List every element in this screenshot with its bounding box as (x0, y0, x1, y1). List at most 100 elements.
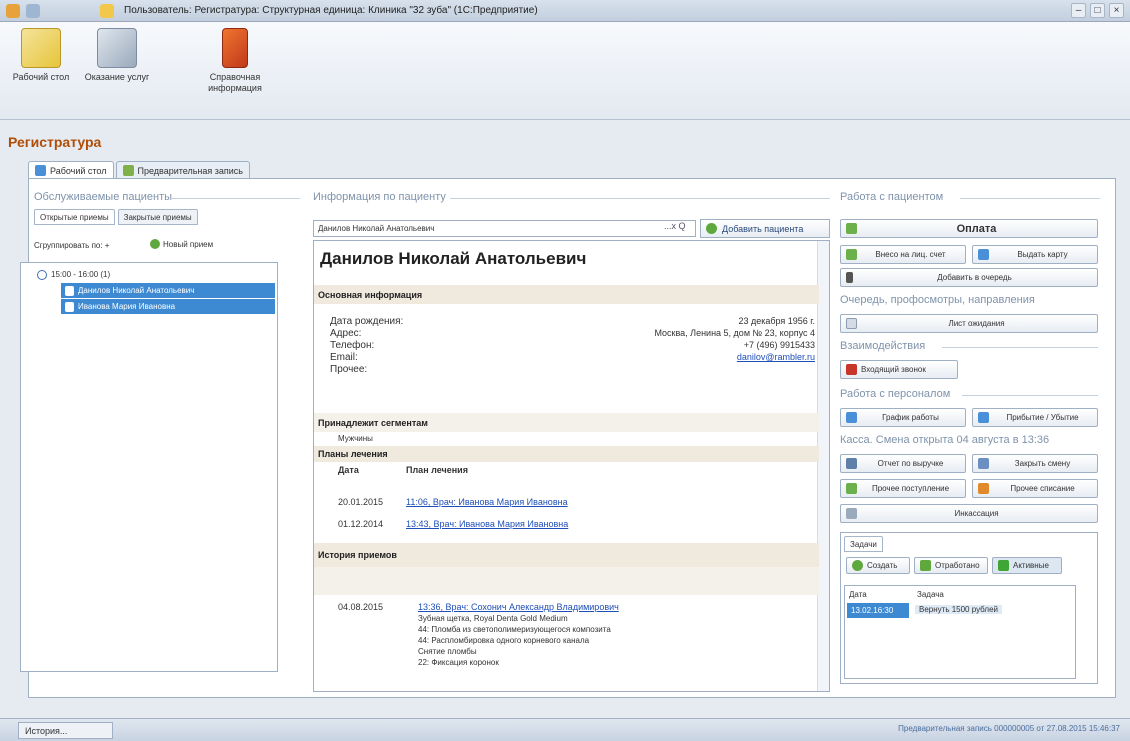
plan-date: 01.12.2014 (338, 519, 384, 529)
patients-tree: 15:00 - 16:00 (1) Данилов Николай Анатол… (20, 262, 278, 672)
doctor-icon (97, 28, 137, 68)
app-logo-icon[interactable] (6, 3, 20, 18)
clock-icon (37, 269, 47, 280)
segments-header: Принадлежит сегментам (314, 413, 819, 432)
favorite-icon[interactable] (100, 3, 114, 18)
person-icon (65, 301, 74, 312)
arrival-button[interactable]: Прибытие / Убытие (972, 408, 1098, 427)
plan-date: 20.01.2015 (338, 497, 384, 507)
task-text[interactable]: Вернуть 1500 рублей (915, 605, 1002, 614)
report-icon (846, 458, 857, 469)
maximize-button[interactable]: □ (1090, 3, 1105, 18)
queue-group-title: Очередь, профосмотры, направления (840, 294, 1035, 306)
plan-link[interactable]: 11:06, Врач: Иванова Мария Ивановна (406, 497, 568, 507)
history-header: История приемов (314, 543, 819, 567)
section-services[interactable]: Оказание услуг (82, 28, 152, 83)
worked-filter-button[interactable]: Отработано (914, 557, 988, 574)
plan-link[interactable]: 13:43, Врач: Иванова Мария Ивановна (406, 519, 568, 529)
history-line: 44: Пломба из светополимеризующегося ком… (418, 625, 611, 634)
divider (942, 347, 1098, 348)
person-icon (65, 285, 74, 296)
tasks-grid: Дата Задача 13.02.16:30 Вернуть 1500 руб… (844, 585, 1076, 679)
segment-value: Мужчины (338, 434, 373, 443)
history-button[interactable]: История... (18, 722, 113, 739)
status-bar: История... Предварительная запись 000000… (0, 718, 1130, 741)
issue-card-button[interactable]: Выдать карту (972, 245, 1098, 264)
collection-button[interactable]: Инкассация (840, 504, 1098, 523)
card-icon (978, 249, 989, 260)
plans-col-plan: План лечения (406, 465, 468, 475)
main-info-header: Основная информация (314, 285, 819, 304)
add-to-queue-button[interactable]: Добавить в очередь (840, 268, 1098, 287)
patient-name: Данилов Николай Анатольевич (320, 249, 587, 268)
patient-search-input[interactable]: Данилов Николай Анатольевич (313, 220, 696, 237)
patient-work-group-title: Работа с пациентом (840, 191, 944, 203)
coins-icon (846, 249, 857, 260)
coins-icon (846, 223, 857, 234)
phone-value: +7 (496) 9915433 (743, 340, 815, 350)
calendar-icon (122, 165, 134, 176)
section-reference[interactable]: Справочная информация (200, 28, 270, 94)
time-slot-row[interactable]: 15:00 - 16:00 (1) (25, 267, 275, 282)
patient-row[interactable]: Иванова Мария Ивановна (61, 299, 275, 314)
schedule-icon (846, 412, 857, 423)
revenue-report-button[interactable]: Отчет по выручке (840, 454, 966, 473)
cash-group-title: Касса. Смена открыта 04 августа в 13:36 (840, 434, 1050, 446)
notepad-icon (21, 28, 61, 68)
tasks-tabs: Задачи (844, 536, 883, 552)
history-link[interactable]: 13:36, Врач: Сохонич Александр Владимиро… (418, 602, 619, 612)
tab-desktop[interactable]: Рабочий стол (28, 161, 114, 179)
expense-icon (978, 483, 989, 494)
history-date: 04.08.2015 (338, 602, 384, 612)
email-link[interactable]: danilov@rambler.ru (737, 352, 815, 362)
incoming-call-button[interactable]: Входящий звонок (840, 360, 958, 379)
list-icon (846, 318, 857, 329)
phone-icon (846, 364, 857, 375)
other-expense-button[interactable]: Прочее списание (972, 479, 1098, 498)
create-task-button[interactable]: Создать (846, 557, 910, 574)
history-line: Зубная щетка, Royal Denta Gold Medium (418, 614, 568, 623)
active-filter-button[interactable]: Активные (992, 557, 1062, 574)
history-line: 22: Фиксация коронок (418, 658, 499, 667)
search-buttons[interactable]: ...x Q (664, 221, 686, 231)
main-tabs: Рабочий стол Предварительная запись (28, 161, 250, 179)
add-patient-button[interactable]: Добавить пациента (700, 219, 830, 238)
desktop-icon (35, 165, 46, 176)
history-spacer (314, 567, 819, 595)
scrollbar[interactable] (817, 241, 829, 691)
status-message[interactable]: Предварительная запись 000000005 от 27.0… (898, 724, 1120, 733)
plans-header: Планы лечения (314, 446, 819, 462)
group-by-label[interactable]: Сгруппировать по: + (34, 241, 109, 250)
queue-icon (846, 272, 853, 283)
field-label: Адрес: (330, 328, 362, 339)
task-row[interactable]: 13.02.16:30 (847, 603, 909, 618)
close-shift-button[interactable]: Закрыть смену (972, 454, 1098, 473)
field-label: Дата рождения: (330, 316, 404, 327)
new-visit-button[interactable]: Новый прием (150, 239, 213, 249)
waiting-list-button[interactable]: Лист ожидания (840, 314, 1098, 333)
patient-info-group-title: Информация по пациенту (313, 191, 446, 203)
patient-row[interactable]: Данилов Николай Анатольевич (61, 283, 275, 298)
close-button[interactable]: × (1109, 3, 1124, 18)
tab-open-visits[interactable]: Открытые приемы (34, 209, 115, 225)
divider (450, 198, 830, 199)
schedule-button[interactable]: График работы (840, 408, 966, 427)
patients-group-title: Обслуживаемые пациенты (34, 191, 173, 203)
pay-button[interactable]: Оплата (840, 219, 1098, 238)
menu-icon[interactable] (26, 3, 40, 18)
add-icon (852, 560, 863, 571)
close-shift-icon (978, 458, 989, 469)
other-income-button[interactable]: Прочее поступление (840, 479, 966, 498)
sections-panel: Рабочий стол Оказание услуг Справочная и… (0, 22, 1130, 120)
plans-col-date: Дата (338, 465, 359, 475)
section-desktop[interactable]: Рабочий стол (6, 28, 76, 83)
tab-tasks[interactable]: Задачи (844, 536, 883, 552)
deposit-button[interactable]: Внесо на лиц. счет (840, 245, 966, 264)
grid-col-date: Дата (849, 590, 867, 599)
arrival-icon (978, 412, 989, 423)
patients-subtabs: Открытые приемы Закрытые приемы (34, 209, 198, 225)
tab-closed-visits[interactable]: Закрытые приемы (117, 209, 198, 225)
minimize-button[interactable]: – (1071, 3, 1086, 18)
tab-appointments[interactable]: Предварительная запись (115, 161, 250, 179)
income-icon (846, 483, 857, 494)
